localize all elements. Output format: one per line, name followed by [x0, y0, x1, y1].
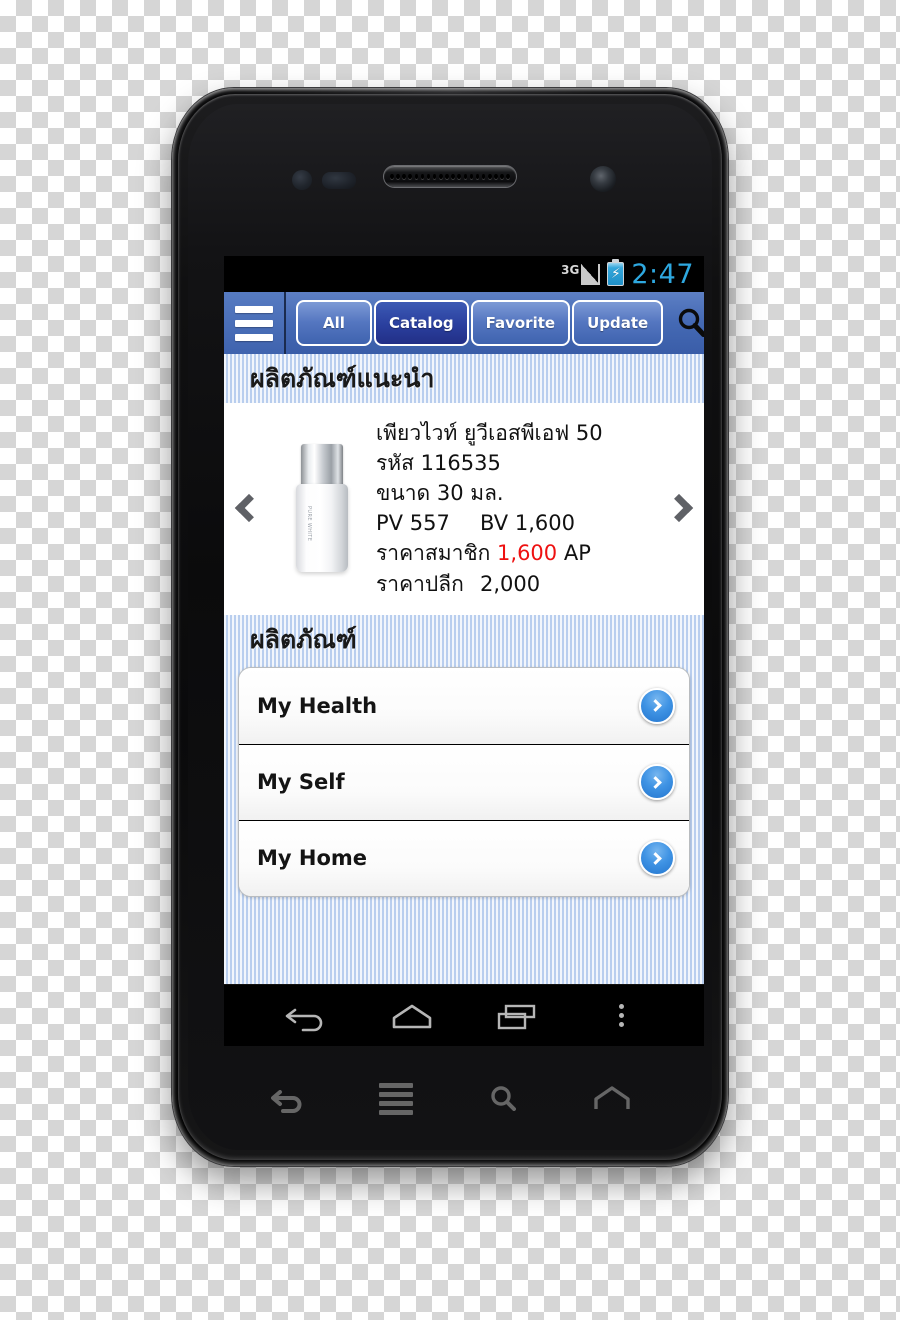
nav-home-button[interactable] [376, 991, 448, 1041]
chevron-glyph [649, 775, 662, 789]
featured-product-panel: PURE WHITE เพียวไวท์ ยูวีเอสพีเอฟ 50 รหั… [224, 403, 704, 616]
chevron-right-icon [664, 494, 694, 523]
bottle-body: PURE WHITE [296, 484, 348, 573]
nav-recents-button[interactable] [481, 991, 553, 1041]
nav-overflow-button[interactable] [586, 991, 658, 1041]
member-price-value: 1,600 [497, 541, 558, 566]
bv-value: 1,600 [514, 511, 575, 536]
hw-search-key[interactable] [464, 1072, 544, 1126]
signal-indicator: 3G [561, 262, 601, 285]
tab-bar: All Catalog Favorite Update [286, 300, 664, 346]
member-price-label: ราคาสมาชิก [376, 541, 491, 566]
product-name: เพียวไวท์ ยูวีเอสพีเอฟ 50 [376, 420, 603, 445]
network-type-label: 3G [561, 262, 580, 277]
nav-back-button[interactable] [271, 991, 343, 1041]
pv-label: PV [376, 511, 404, 536]
phone-bezel: 3G ⚡ 2:47 All Catalog Favorite Update ผล… [178, 94, 722, 1160]
chevron-right-circle-icon[interactable] [639, 840, 675, 876]
hw-back-key[interactable] [248, 1072, 328, 1126]
product-code-line: รหัส 116535 [376, 448, 650, 478]
menu-lines-icon [379, 1083, 413, 1115]
member-price-unit: AP [563, 541, 591, 566]
product-bv: BV 1,600 [480, 511, 575, 535]
earpiece-speaker-icon [384, 166, 516, 187]
product-code-label: รหัส [376, 450, 414, 475]
product-member-price-line: ราคาสมาชิก 1,600 AP [376, 538, 650, 568]
product-size-label: ขนาด [376, 481, 431, 506]
phone-screen: 3G ⚡ 2:47 All Catalog Favorite Update ผล… [224, 256, 704, 1046]
home-icon [594, 1086, 630, 1109]
chevron-glyph [649, 851, 662, 865]
product-retail-price-line: ราคาปลีก 2,000 [376, 569, 650, 599]
recent-apps-icon [497, 1004, 535, 1029]
bottle-label-text: PURE WHITE [306, 506, 312, 542]
retail-price-value: 2,000 [480, 571, 541, 596]
product-size-value: 30 มล. [436, 481, 504, 506]
status-clock: 2:47 [631, 258, 694, 290]
catalog-list-wrap: My Health My Self My Home [224, 665, 704, 897]
product-size-line: ขนาด 30 มล. [376, 478, 650, 508]
hamburger-menu-icon[interactable] [224, 292, 286, 354]
android-navigation-bar [224, 984, 704, 1046]
phone-glass: 3G ⚡ 2:47 All Catalog Favorite Update ผล… [188, 104, 712, 1150]
list-item-my-self[interactable]: My Self [239, 743, 689, 820]
back-arrow-icon [285, 1008, 322, 1031]
featured-section-title: ผลิตภัณฑ์แนะนำ [250, 364, 435, 393]
catalog-list-card: My Health My Self My Home [238, 666, 690, 897]
list-item-my-health[interactable]: My Health [239, 667, 689, 744]
back-arrow-icon [271, 1090, 302, 1113]
search-icon[interactable] [663, 292, 704, 354]
hw-menu-key[interactable] [356, 1072, 436, 1126]
front-camera-icon [590, 166, 616, 192]
tab-update[interactable]: Update [572, 300, 664, 346]
next-product-button[interactable] [660, 494, 704, 523]
list-item-label: My Health [257, 693, 378, 718]
chevron-right-circle-icon[interactable] [639, 687, 675, 724]
product-bottle-image[interactable]: PURE WHITE [268, 444, 376, 573]
overflow-dots-icon [619, 1004, 624, 1027]
list-item-my-home[interactable]: My Home [239, 819, 689, 896]
proximity-sensor-icon [292, 170, 312, 190]
catalog-section-title: ผลิตภัณฑ์ [250, 625, 357, 655]
retail-price-label: ราคาปลีก [376, 571, 464, 596]
hw-home-key[interactable] [572, 1072, 652, 1126]
home-icon [392, 1004, 431, 1028]
tab-all[interactable]: All [296, 300, 372, 346]
product-info: เพียวไวท์ ยูวีเอสพีเอฟ 50 รหัส 116535 ขน… [376, 418, 660, 599]
app-toolbar: All Catalog Favorite Update [224, 292, 704, 354]
light-sensor-icon [322, 172, 356, 189]
tab-favorite[interactable]: Favorite [470, 300, 571, 346]
chevron-right-circle-icon[interactable] [639, 764, 675, 800]
capacitive-key-row [234, 1062, 666, 1136]
prev-product-button[interactable] [224, 494, 268, 523]
search-icon [491, 1086, 516, 1111]
app-content: ผลิตภัณฑ์แนะนำ PURE WHITE เพียวไวท์ ยูวี… [224, 354, 704, 984]
product-code-value: 116535 [420, 450, 501, 475]
list-item-label: My Home [257, 846, 368, 870]
chevron-left-icon [234, 494, 264, 523]
status-bar: 3G ⚡ 2:47 [224, 256, 704, 292]
bottle-cap [301, 444, 343, 489]
tab-catalog[interactable]: Catalog [374, 300, 469, 346]
list-item-label: My Self [257, 770, 345, 794]
battery-bolt-glyph: ⚡ [610, 266, 621, 282]
chevron-glyph [649, 699, 662, 712]
battery-charging-icon: ⚡ [607, 259, 625, 286]
product-points-line: PV 557 BV 1,600 [376, 508, 650, 538]
product-pv: PV 557 [376, 508, 480, 538]
phone-device: 3G ⚡ 2:47 All Catalog Favorite Update ผล… [172, 88, 728, 1166]
bv-label: BV [480, 511, 509, 536]
pv-value: 557 [409, 511, 450, 536]
signal-triangle-icon [581, 263, 601, 285]
